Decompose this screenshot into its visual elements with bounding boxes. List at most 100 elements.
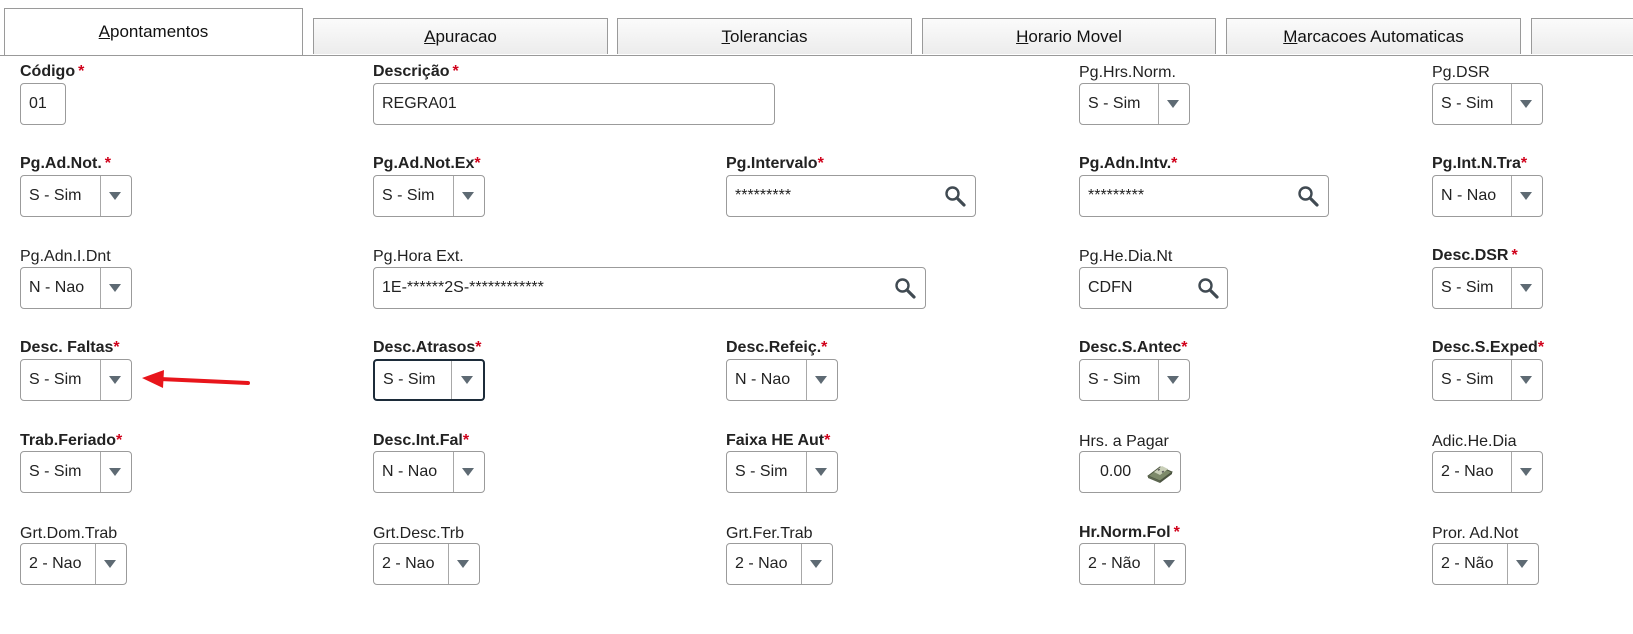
pg-int-n-tra-select[interactable]: N - Nao xyxy=(1432,175,1543,217)
pg-hora-ext-label: Pg.Hora Ext. xyxy=(373,248,464,265)
pg-adn-intv-field: Pg.Adn.Intv.* xyxy=(1079,155,1178,172)
pg-adn-i-dnt-select[interactable]: N - Nao xyxy=(20,267,132,309)
desc-s-antec-select[interactable]: S - Sim xyxy=(1079,359,1190,401)
pg-hrs-norm-select[interactable]: S - Sim xyxy=(1079,83,1190,125)
desc-int-fal-field: Desc.Int.Fal* xyxy=(373,432,470,449)
hrs-a-pagar-field: Hrs. a Pagar xyxy=(1079,432,1169,452)
chevron-down-icon[interactable] xyxy=(447,544,479,584)
tab-bar: Apontamentos Apuracao Tolerancias Horari… xyxy=(0,0,1633,56)
chevron-down-icon[interactable] xyxy=(1510,452,1542,492)
grt-dom-trab-label: Grt.Dom.Trab xyxy=(20,525,118,542)
codigo-field: Código * xyxy=(20,63,85,80)
pg-he-dia-nt-input[interactable]: CDFN xyxy=(1079,267,1228,309)
search-icon[interactable] xyxy=(1297,185,1319,207)
pg-hrs-norm-label: Pg.Hrs.Norm. xyxy=(1079,64,1176,81)
faixa-he-aut-select[interactable]: S - Sim xyxy=(726,451,838,493)
pg-adn-intv-label: Pg.Adn.Intv. xyxy=(1079,155,1172,172)
pg-dsr-select[interactable]: S - Sim xyxy=(1432,83,1543,125)
desc-atrasos-label: Desc.Atrasos xyxy=(373,339,476,356)
desc-dsr-select[interactable]: S - Sim xyxy=(1432,267,1543,309)
desc-refeic-select[interactable]: N - Nao xyxy=(726,359,838,401)
chevron-down-icon[interactable] xyxy=(99,268,131,308)
tab-apontamentos[interactable]: Apontamentos xyxy=(4,8,303,55)
chevron-down-icon[interactable] xyxy=(1510,360,1542,400)
calculator-icon[interactable] xyxy=(1146,461,1174,483)
descricao-field: Descrição * xyxy=(373,63,459,80)
desc-faltas-select[interactable]: S - Sim xyxy=(20,359,132,401)
chevron-down-icon[interactable] xyxy=(452,176,484,216)
grt-desc-trb-select[interactable]: 2 - Nao xyxy=(373,543,480,585)
grt-fer-trab-label: Grt.Fer.Trab xyxy=(726,525,813,542)
chevron-down-icon[interactable] xyxy=(1506,544,1538,584)
hrs-a-pagar-input[interactable]: 0.00 xyxy=(1079,451,1181,493)
desc-s-exped-select[interactable]: S - Sim xyxy=(1432,359,1543,401)
chevron-down-icon[interactable] xyxy=(805,452,837,492)
chevron-down-icon[interactable] xyxy=(1510,84,1542,124)
chevron-down-icon[interactable] xyxy=(94,544,126,584)
desc-atrasos-select[interactable]: S - Sim xyxy=(373,359,485,401)
tab-horario-movel[interactable]: Horario Movel xyxy=(922,18,1216,54)
adic-he-dia-select[interactable]: 2 - Nao xyxy=(1432,451,1543,493)
faixa-he-aut-label: Faixa HE Aut xyxy=(726,432,825,449)
pg-ad-not-ex-field: Pg.Ad.Not.Ex* xyxy=(373,155,481,172)
search-icon[interactable] xyxy=(894,277,916,299)
grt-desc-trb-label: Grt.Desc.Trb xyxy=(373,525,464,542)
pg-dsr-field: Pg.DSR xyxy=(1432,63,1490,83)
desc-int-fal-select[interactable]: N - Nao xyxy=(373,451,485,493)
desc-dsr-field: Desc.DSR * xyxy=(1432,247,1518,264)
grt-fer-trab-select[interactable]: 2 - Nao xyxy=(726,543,833,585)
pror-ad-not-select[interactable]: 2 - Não xyxy=(1432,543,1539,585)
pror-ad-not-label: Pror. Ad.Not xyxy=(1432,525,1519,542)
hr-norm-fol-label: Hr.Norm.Fol xyxy=(1079,524,1171,541)
desc-refeic-field: Desc.Refeiç.* xyxy=(726,339,828,356)
pg-adn-i-dnt-field: Pg.Adn.I.Dnt xyxy=(20,247,111,267)
hr-norm-fol-select[interactable]: 2 - Não xyxy=(1079,543,1186,585)
pg-he-dia-nt-field: Pg.He.Dia.Nt xyxy=(1079,247,1172,267)
pg-int-n-tra-field: Pg.Int.N.Tra* xyxy=(1432,155,1528,172)
pg-ad-not-ex-select[interactable]: S - Sim xyxy=(373,175,485,217)
chevron-down-icon[interactable] xyxy=(805,360,837,400)
tab-partial[interactable] xyxy=(1531,18,1633,54)
grt-dom-trab-select[interactable]: 2 - Nao xyxy=(20,543,127,585)
descricao-input[interactable]: REGRA01 xyxy=(373,83,775,125)
chevron-down-icon[interactable] xyxy=(452,452,484,492)
tab-tolerancias[interactable]: Tolerancias xyxy=(617,18,912,54)
grt-fer-trab-field: Grt.Fer.Trab xyxy=(726,524,813,544)
chevron-down-icon[interactable] xyxy=(1157,84,1189,124)
trab-feriado-label: Trab.Feriado xyxy=(20,432,117,449)
chevron-down-icon[interactable] xyxy=(1510,268,1542,308)
chevron-down-icon[interactable] xyxy=(1510,176,1542,216)
desc-atrasos-field: Desc.Atrasos* xyxy=(373,339,482,356)
chevron-down-icon[interactable] xyxy=(99,360,131,400)
chevron-down-icon[interactable] xyxy=(800,544,832,584)
search-icon[interactable] xyxy=(1197,277,1219,299)
trab-feriado-select[interactable]: S - Sim xyxy=(20,451,132,493)
pror-ad-not-field: Pror. Ad.Not xyxy=(1432,524,1518,544)
chevron-down-icon[interactable] xyxy=(99,452,131,492)
pg-ad-not-select[interactable]: S - Sim xyxy=(20,175,132,217)
pg-intervalo-input[interactable]: ********* xyxy=(726,175,976,217)
chevron-down-icon[interactable] xyxy=(99,176,131,216)
pg-adn-intv-input[interactable]: ********* xyxy=(1079,175,1329,217)
desc-s-antec-label: Desc.S.Antec xyxy=(1079,339,1182,356)
pg-adn-i-dnt-label: Pg.Adn.I.Dnt xyxy=(20,248,111,265)
tab-marcacoes-automaticas[interactable]: Marcacoes Automaticas xyxy=(1226,18,1521,54)
pg-dsr-label: Pg.DSR xyxy=(1432,64,1490,81)
desc-dsr-label: Desc.DSR xyxy=(1432,247,1509,264)
pg-hora-ext-input[interactable]: 1E-******2S-************ xyxy=(373,267,926,309)
tab-apuracao[interactable]: Apuracao xyxy=(313,18,608,54)
pg-hrs-norm-field: Pg.Hrs.Norm. xyxy=(1079,63,1176,83)
pg-int-n-tra-label: Pg.Int.N.Tra xyxy=(1432,155,1521,172)
hrs-a-pagar-label: Hrs. a Pagar xyxy=(1079,433,1169,450)
search-icon[interactable] xyxy=(944,185,966,207)
descricao-label: Descrição xyxy=(373,63,450,80)
desc-refeic-label: Desc.Refeiç. xyxy=(726,339,822,356)
desc-faltas-label: Desc. Faltas xyxy=(20,339,114,356)
chevron-down-icon[interactable] xyxy=(1153,544,1185,584)
pg-intervalo-field: Pg.Intervalo* xyxy=(726,155,824,172)
grt-desc-trb-field: Grt.Desc.Trb xyxy=(373,524,464,544)
chevron-down-icon[interactable] xyxy=(1157,360,1189,400)
pg-ad-not-ex-label: Pg.Ad.Not.Ex xyxy=(373,155,475,172)
codigo-input[interactable]: 01 xyxy=(20,83,66,125)
chevron-down-icon[interactable] xyxy=(451,361,483,399)
